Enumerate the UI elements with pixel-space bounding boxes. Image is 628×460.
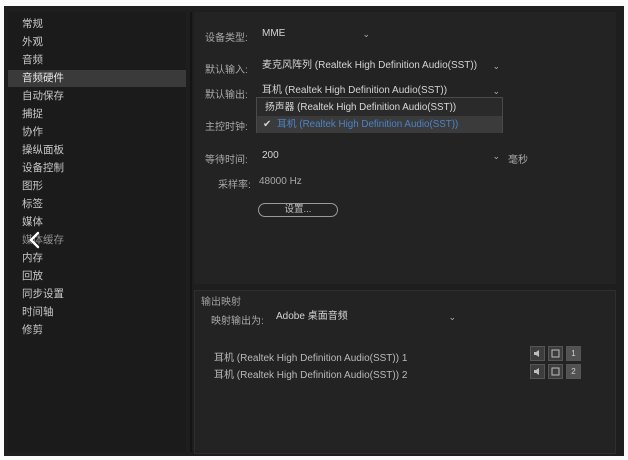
sample-rate-value: 48000 Hz <box>259 176 302 187</box>
channel-number-2[interactable]: 2 <box>566 364 581 379</box>
output-mapping-title: 输出映射 <box>201 297 241 308</box>
default-input-select[interactable]: 麦克风阵列 (Realtek High Definition Audio(SST… <box>262 58 502 74</box>
sidebar-item-media[interactable]: 媒体 <box>8 214 186 231</box>
dropdown-option-headphones[interactable]: ✔ 耳机 (Realtek High Definition Audio(SST)… <box>257 116 502 133</box>
default-output-value: 耳机 (Realtek High Definition Audio(SST)) <box>262 85 448 96</box>
latency-select[interactable]: 200 ⌄ <box>262 148 502 164</box>
setup-button[interactable]: 设置... <box>258 203 338 217</box>
speaker-icon[interactable] <box>530 346 545 361</box>
sidebar-item-general[interactable]: 常规 <box>8 16 186 33</box>
sidebar-item-graphics[interactable]: 图形 <box>8 178 186 195</box>
sidebar-item-capture[interactable]: 捕捉 <box>8 106 186 123</box>
sidebar-item-auto-save[interactable]: 自动保存 <box>8 88 186 105</box>
sidebar-item-appearance[interactable]: 外观 <box>8 34 186 51</box>
sidebar-item-labels[interactable]: 标签 <box>8 196 186 213</box>
sample-rate-label: 采样率: <box>218 180 251 191</box>
sidebar-item-device-control[interactable]: 设备控制 <box>8 160 186 177</box>
sidebar-item-sync-settings[interactable]: 同步设置 <box>8 286 186 303</box>
dropdown-option-headphones-label: 耳机 (Realtek High Definition Audio(SST)) <box>277 119 459 130</box>
chevron-left-icon[interactable] <box>26 230 44 250</box>
channel-row-2: 耳机 (Realtek High Definition Audio(SST)) … <box>214 370 408 381</box>
sidebar-item-timeline[interactable]: 时间轴 <box>8 304 186 321</box>
sidebar-item-audio[interactable]: 音频 <box>8 52 186 69</box>
map-output-value: Adobe 桌面音频 <box>276 311 348 322</box>
chevron-down-icon: ⌄ <box>448 312 456 322</box>
clip-icon[interactable] <box>548 346 563 361</box>
sidebar-item-collaboration[interactable]: 协作 <box>8 124 186 141</box>
output-dropdown-list: 扬声器 (Realtek High Definition Audio(SST))… <box>256 97 503 133</box>
device-type-value: MME <box>262 28 286 39</box>
latency-label: 等待时间: <box>205 155 248 166</box>
chevron-down-icon: ⌄ <box>492 61 500 71</box>
default-input-label: 默认输入: <box>205 65 248 76</box>
latency-unit: 毫秒 <box>508 155 528 166</box>
sidebar-item-playback[interactable]: 回放 <box>8 268 186 285</box>
speaker-icon[interactable] <box>530 364 545 379</box>
latency-value: 200 <box>262 150 279 161</box>
master-clock-label: 主控时钟: <box>205 122 248 133</box>
chevron-down-icon: ⌄ <box>492 151 500 161</box>
checkmark-icon: ✔ <box>263 119 272 130</box>
dropdown-option-speakers[interactable]: 扬声器 (Realtek High Definition Audio(SST)) <box>257 99 502 116</box>
sidebar-item-control-surface[interactable]: 操纵面板 <box>8 142 186 159</box>
map-output-label: 映射输出为: <box>211 316 264 327</box>
sidebar-item-audio-hardware[interactable]: 音频硬件 <box>8 70 186 87</box>
channel-number-1[interactable]: 1 <box>566 346 581 361</box>
default-input-value: 麦克风阵列 (Realtek High Definition Audio(SST… <box>262 60 478 71</box>
device-type-label: 设备类型: <box>205 33 248 44</box>
sidebar-divider <box>190 12 192 452</box>
map-output-select[interactable]: Adobe 桌面音频 ⌄ <box>276 309 458 325</box>
device-type-select[interactable]: MME ⌄ <box>262 26 372 42</box>
default-output-label: 默认输出: <box>205 90 248 101</box>
clip-icon[interactable] <box>548 364 563 379</box>
channel-row-1: 耳机 (Realtek High Definition Audio(SST)) … <box>214 353 408 364</box>
chevron-down-icon: ⌄ <box>362 29 370 39</box>
sidebar-item-memory[interactable]: 内存 <box>8 250 186 267</box>
sidebar-item-trim[interactable]: 修剪 <box>8 322 186 339</box>
